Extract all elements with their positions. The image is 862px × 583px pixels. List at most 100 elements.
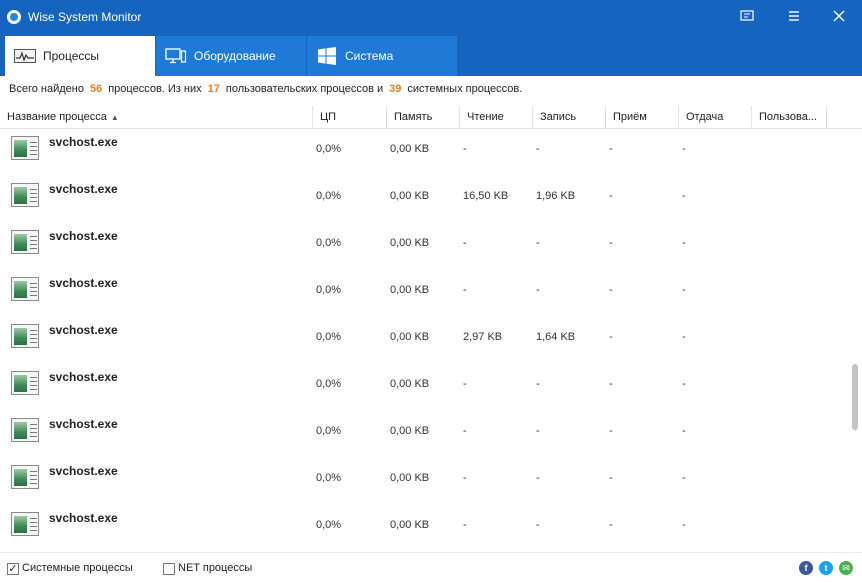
cell-recv: - xyxy=(609,190,613,202)
cell-recv: - xyxy=(609,331,613,343)
cell-cpu: 0,0% xyxy=(316,425,342,437)
cell-read: - xyxy=(463,472,467,484)
feedback-icon[interactable] xyxy=(734,4,760,28)
cell-recv: - xyxy=(609,472,613,484)
column-header-name[interactable]: Название процесса ▲ xyxy=(0,106,313,128)
windows-logo-icon xyxy=(315,47,339,65)
process-row[interactable]: svchost.exe 0,0% 0,00 KB 16,50 KB 1,96 KB - - xyxy=(0,175,850,222)
cell-recv: - xyxy=(609,143,613,155)
cell-mem: 0,00 KB xyxy=(390,378,430,390)
process-row[interactable]: svchost.exe 0,0% 0,00 KB - - - - xyxy=(0,269,850,316)
cell-cpu: 0,0% xyxy=(316,519,342,531)
process-name: svchost.exe xyxy=(49,511,118,525)
process-row[interactable]: svchost.exe 0,0% 0,00 KB - - - - xyxy=(0,504,850,551)
cell-send: - xyxy=(682,284,686,296)
scrollbar-thumb[interactable] xyxy=(852,364,858,430)
process-list: svchost.exe 0,0% 0,00 KB - - - - svchost.exe 0,0… xyxy=(0,128,850,552)
tab-system[interactable]: Система xyxy=(307,36,457,76)
process-window-icon xyxy=(11,465,39,489)
cell-write: - xyxy=(536,472,540,484)
process-window-icon xyxy=(11,136,39,160)
system-processes-label[interactable]: Системные процессы xyxy=(22,562,133,574)
cell-send: - xyxy=(682,472,686,484)
process-window-icon xyxy=(11,418,39,442)
process-window-icon xyxy=(11,183,39,207)
footer-bar: ✓ Системные процессы NET процессы f t ✉ xyxy=(0,552,862,583)
column-header-write[interactable]: Запись xyxy=(533,106,606,128)
cell-send: - xyxy=(682,519,686,531)
process-name: svchost.exe xyxy=(49,182,118,196)
net-processes-checkbox[interactable] xyxy=(163,563,175,575)
net-processes-label[interactable]: NET процессы xyxy=(178,562,252,574)
cell-cpu: 0,0% xyxy=(316,284,342,296)
vertical-scrollbar[interactable] xyxy=(852,128,858,552)
cell-read: - xyxy=(463,284,467,296)
email-icon[interactable]: ✉ xyxy=(839,561,853,575)
cell-cpu: 0,0% xyxy=(316,190,342,202)
cell-send: - xyxy=(682,378,686,390)
cell-write: - xyxy=(536,378,540,390)
facebook-icon[interactable]: f xyxy=(799,561,813,575)
cell-write: - xyxy=(536,284,540,296)
cell-read: - xyxy=(463,143,467,155)
cell-read: - xyxy=(463,378,467,390)
pulse-icon xyxy=(13,47,37,65)
sort-ascending-icon: ▲ xyxy=(110,113,119,122)
column-header-read[interactable]: Чтение xyxy=(460,106,533,128)
column-header-cpu[interactable]: ЦП xyxy=(313,106,387,128)
cell-cpu: 0,0% xyxy=(316,331,342,343)
cell-read: - xyxy=(463,237,467,249)
cell-mem: 0,00 KB xyxy=(390,472,430,484)
cell-write: - xyxy=(536,143,540,155)
process-name: svchost.exe xyxy=(49,417,118,431)
cell-cpu: 0,0% xyxy=(316,378,342,390)
cell-write: - xyxy=(536,425,540,437)
cell-cpu: 0,0% xyxy=(316,143,342,155)
cell-write: - xyxy=(536,237,540,249)
process-window-icon xyxy=(11,324,39,348)
cell-recv: - xyxy=(609,378,613,390)
cell-mem: 0,00 KB xyxy=(390,190,430,202)
cell-cpu: 0,0% xyxy=(316,472,342,484)
column-header-send[interactable]: Отдача xyxy=(679,106,752,128)
cell-send: - xyxy=(682,190,686,202)
window-title: Wise System Monitor xyxy=(28,10,142,24)
process-row[interactable]: svchost.exe 0,0% 0,00 KB - - - - xyxy=(0,363,850,410)
cell-send: - xyxy=(682,143,686,155)
tab-hardware[interactable]: Оборудование xyxy=(156,36,306,76)
column-header-user[interactable]: Пользова... xyxy=(752,106,827,128)
cell-mem: 0,00 KB xyxy=(390,284,430,296)
cell-mem: 0,00 KB xyxy=(390,519,430,531)
process-window-icon xyxy=(11,512,39,536)
column-header-receive[interactable]: Приём xyxy=(606,106,679,128)
process-window-icon xyxy=(11,371,39,395)
cell-read: - xyxy=(463,425,467,437)
cell-send: - xyxy=(682,331,686,343)
app-logo-icon xyxy=(7,10,21,24)
total-count: 56 xyxy=(89,83,103,95)
process-name: svchost.exe xyxy=(49,229,118,243)
process-row[interactable]: svchost.exe 0,0% 0,00 KB - - - - xyxy=(0,457,850,504)
twitter-icon[interactable]: t xyxy=(819,561,833,575)
process-name: svchost.exe xyxy=(49,276,118,290)
cell-mem: 0,00 KB xyxy=(390,143,430,155)
process-name: svchost.exe xyxy=(49,370,118,384)
process-summary: Всего найдено 56 процессов. Из них 17 пользо… xyxy=(9,83,522,95)
cell-write: - xyxy=(536,519,540,531)
process-row[interactable]: svchost.exe 0,0% 0,00 KB - - - - xyxy=(0,410,850,457)
process-row[interactable]: svchost.exe 0,0% 0,00 KB - - - - xyxy=(0,128,850,175)
cell-read: 2,97 KB xyxy=(463,331,503,343)
process-row[interactable]: svchost.exe 0,0% 0,00 KB 2,97 KB 1,64 KB - - xyxy=(0,316,850,363)
cell-recv: - xyxy=(609,284,613,296)
process-row[interactable]: svchost.exe 0,0% 0,00 KB - - - - xyxy=(0,222,850,269)
system-processes-checkbox[interactable]: ✓ xyxy=(7,563,19,575)
close-icon[interactable] xyxy=(826,4,852,28)
summary-text: пользовательских процессов и xyxy=(225,83,384,95)
column-label: Название процесса xyxy=(7,111,107,123)
menu-icon[interactable] xyxy=(781,4,807,28)
column-header-memory[interactable]: Память xyxy=(387,106,460,128)
monitor-icon xyxy=(164,47,188,65)
cell-cpu: 0,0% xyxy=(316,237,342,249)
summary-text: системных процессов. xyxy=(407,83,523,95)
tab-processes[interactable]: Процессы xyxy=(5,36,155,76)
